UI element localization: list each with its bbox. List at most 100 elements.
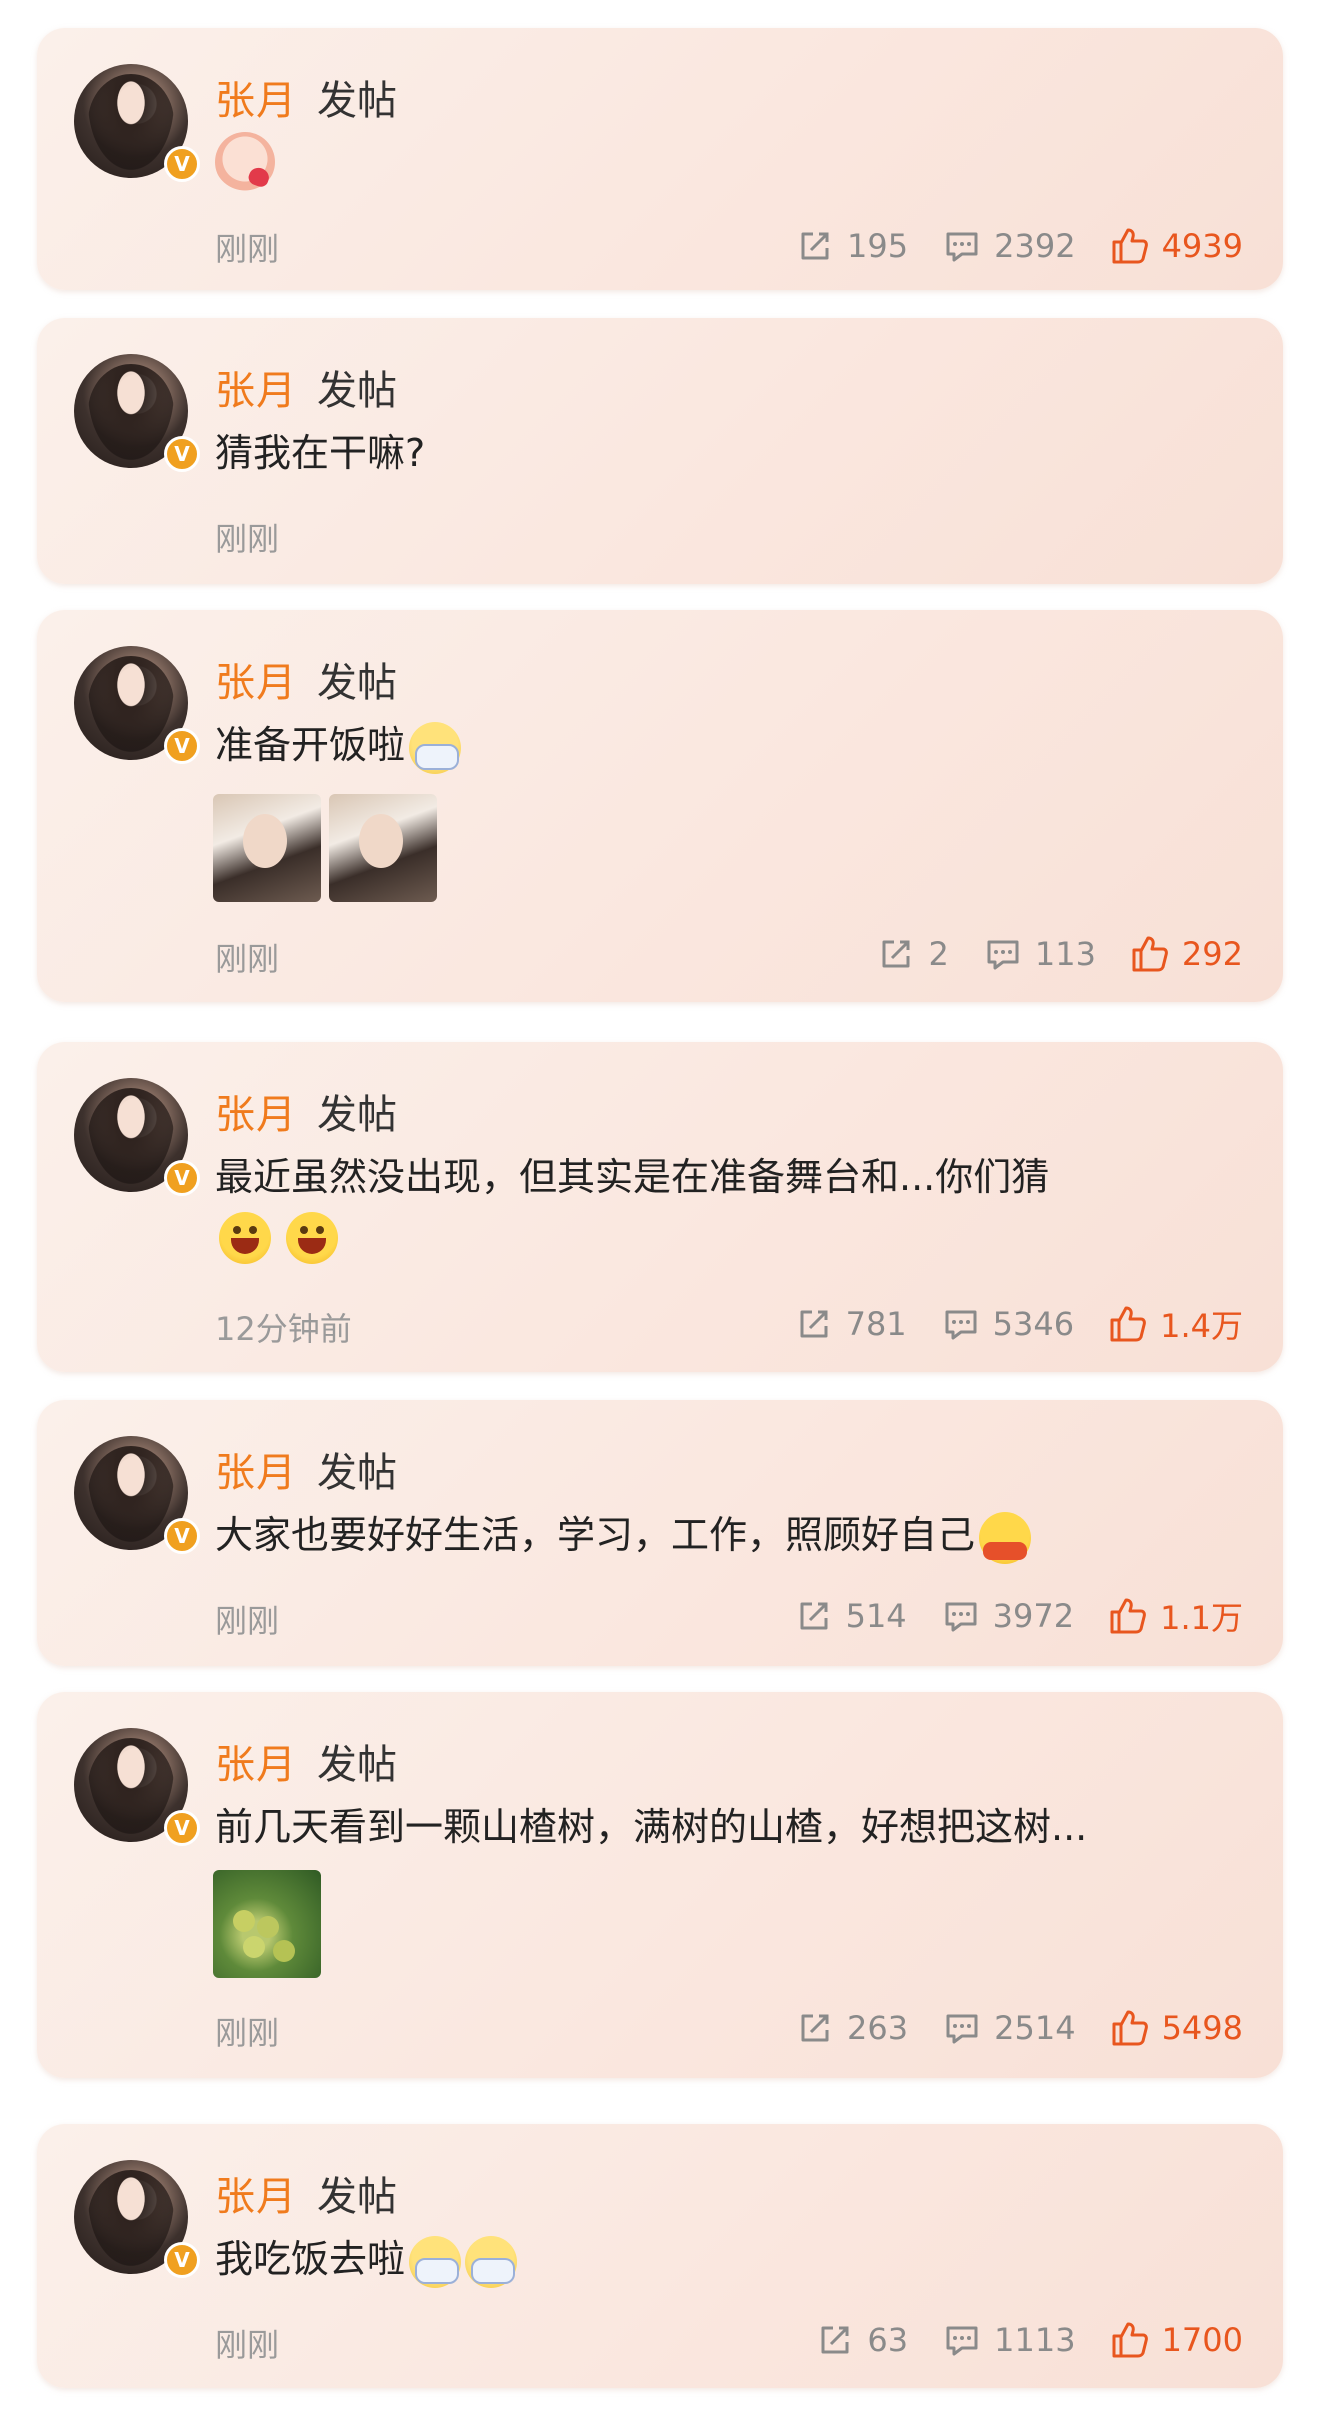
post-time: 刚刚 — [215, 2014, 280, 2052]
comment-button[interactable]: 113 — [983, 934, 1096, 974]
post-text[interactable]: 前几天看到一颗山楂树，满树的山楂，好想把这树... — [215, 1796, 1087, 1851]
like-button[interactable]: 1.1万 — [1108, 1593, 1243, 1639]
author-name[interactable]: 张月 — [215, 2164, 297, 2222]
repost-button[interactable]: 63 — [815, 2320, 908, 2360]
like-count: 4939 — [1161, 227, 1243, 265]
post-image[interactable] — [213, 1870, 321, 1978]
comment-icon — [945, 1310, 977, 1340]
post-stats: 263 2514 5498 — [761, 2006, 1243, 2050]
mask-face-emoji-icon — [409, 2235, 462, 2288]
comment-icon — [987, 940, 1019, 970]
post-text-content: 大家也要好好生活，学习，工作，照顾好自己 — [215, 1513, 976, 1557]
post-text[interactable]: 最近虽然没出现，但其实是在准备舞台和...你们猜 — [215, 1146, 1049, 1201]
post-card[interactable]: V 张月 发帖 我吃饭去啦 刚刚 63 1113 1700 — [37, 2124, 1283, 2388]
like-count: 1700 — [1161, 2321, 1243, 2359]
post-text[interactable]: 准备开饭啦 — [215, 714, 462, 774]
post-card[interactable]: V 张月 发帖 刚刚 195 2392 4939 — [37, 28, 1283, 290]
repost-count: 781 — [845, 1305, 907, 1343]
post-text-content: 准备开饭啦 — [215, 723, 406, 767]
repost-count: 63 — [867, 2321, 909, 2359]
like-count: 1.4万 — [1160, 1307, 1243, 1345]
comment-count: 1113 — [994, 2321, 1076, 2359]
like-button[interactable]: 1700 — [1110, 2320, 1243, 2360]
post-image[interactable] — [329, 794, 437, 902]
post-time: 刚刚 — [215, 1602, 280, 1640]
sticker-image — [215, 132, 275, 192]
thumbs-up-icon — [1112, 2010, 1148, 2046]
post-card[interactable]: V 张月 发帖 最近虽然没出现，但其实是在准备舞台和...你们猜 12分钟前 7… — [37, 1042, 1283, 1372]
post-time: 刚刚 — [215, 2326, 280, 2364]
post-card[interactable]: V 张月 发帖 前几天看到一颗山楂树，满树的山楂，好想把这树... 刚刚 263… — [37, 1692, 1283, 2078]
comment-icon — [946, 232, 978, 262]
author-name[interactable]: 张月 — [215, 68, 297, 126]
verified-badge-icon: V — [164, 728, 200, 764]
comment-button[interactable]: 3972 — [941, 1596, 1074, 1636]
like-count: 1.1万 — [1160, 1599, 1243, 1637]
comment-count: 2514 — [994, 2009, 1076, 2047]
comment-count: 2392 — [994, 227, 1076, 265]
post-card[interactable]: V 张月 发帖 准备开饭啦 刚刚 2 113 292 — [37, 610, 1283, 1002]
like-button[interactable]: 1.4万 — [1108, 1301, 1243, 1347]
comment-button[interactable]: 2514 — [942, 2008, 1076, 2048]
comment-count: 5346 — [992, 1305, 1075, 1343]
post-stats: 195 2392 4939 — [761, 224, 1243, 268]
comment-button[interactable]: 1113 — [942, 2320, 1076, 2360]
thumbs-up-icon — [1132, 936, 1168, 972]
author-name[interactable]: 张月 — [215, 650, 297, 708]
author-name[interactable]: 张月 — [215, 1440, 297, 1498]
post-stats: 2 113 292 — [842, 932, 1243, 976]
author-name[interactable]: 张月 — [215, 1082, 297, 1140]
post-emoji-row — [215, 1212, 339, 1264]
post-time: 刚刚 — [215, 520, 280, 558]
repost-button[interactable]: 514 — [794, 1596, 907, 1636]
post-text[interactable]: 大家也要好好生活，学习，工作，照顾好自己 — [215, 1504, 1032, 1564]
post-text[interactable]: 我吃饭去啦 — [215, 2228, 518, 2288]
post-action: 发帖 — [317, 1742, 397, 1788]
repost-count: 195 — [847, 227, 909, 265]
repost-icon — [821, 2326, 849, 2354]
post-card[interactable]: V 张月 发帖 猜我在干嘛? 刚刚 — [37, 318, 1283, 584]
verified-badge-icon: V — [164, 146, 200, 182]
repost-button[interactable]: 195 — [795, 226, 908, 266]
hugging-emoji-icon — [979, 1511, 1032, 1564]
post-card[interactable]: V 张月 发帖 大家也要好好生活，学习，工作，照顾好自己 刚刚 514 3972… — [37, 1400, 1283, 1666]
post-action: 发帖 — [317, 660, 397, 706]
mask-face-emoji-icon — [409, 721, 462, 774]
post-image[interactable] — [213, 794, 321, 902]
like-count: 5498 — [1161, 2009, 1243, 2047]
repost-count: 2 — [928, 935, 949, 973]
mask-face-emoji-icon — [465, 2235, 518, 2288]
post-stats: 63 1113 1700 — [781, 2318, 1243, 2362]
repost-count: 263 — [847, 2009, 909, 2047]
author-name[interactable]: 张月 — [215, 358, 297, 416]
post-action: 发帖 — [317, 1450, 397, 1496]
author-name[interactable]: 张月 — [215, 1732, 297, 1790]
repost-icon — [800, 1602, 828, 1630]
repost-button[interactable]: 781 — [794, 1304, 907, 1344]
comment-icon — [946, 2326, 978, 2356]
thumbs-up-icon — [1110, 1598, 1146, 1634]
verified-badge-icon: V — [164, 436, 200, 472]
thumbs-up-icon — [1110, 1306, 1146, 1342]
comment-button[interactable]: 5346 — [941, 1304, 1074, 1344]
comment-icon — [946, 2014, 978, 2044]
laughing-emoji-icon — [219, 1212, 271, 1264]
like-button[interactable]: 292 — [1130, 934, 1243, 974]
verified-badge-icon: V — [164, 1518, 200, 1554]
post-time: 刚刚 — [215, 230, 280, 268]
post-text[interactable]: 猜我在干嘛? — [215, 422, 425, 477]
repost-button[interactable]: 263 — [795, 2008, 908, 2048]
comment-button[interactable]: 2392 — [942, 226, 1076, 266]
post-stats: 514 3972 1.1万 — [760, 1594, 1243, 1638]
post-action: 发帖 — [317, 2174, 397, 2220]
repost-button[interactable]: 2 — [876, 934, 949, 974]
comment-count: 3972 — [992, 1597, 1075, 1635]
thumbs-up-icon — [1112, 2322, 1148, 2358]
laughing-emoji-icon — [286, 1212, 339, 1264]
like-button[interactable]: 5498 — [1110, 2008, 1243, 2048]
like-button[interactable]: 4939 — [1110, 226, 1243, 266]
verified-badge-icon: V — [164, 1160, 200, 1196]
post-time: 12分钟前 — [215, 1310, 352, 1348]
post-action: 发帖 — [317, 1092, 397, 1138]
repost-icon — [882, 940, 910, 968]
